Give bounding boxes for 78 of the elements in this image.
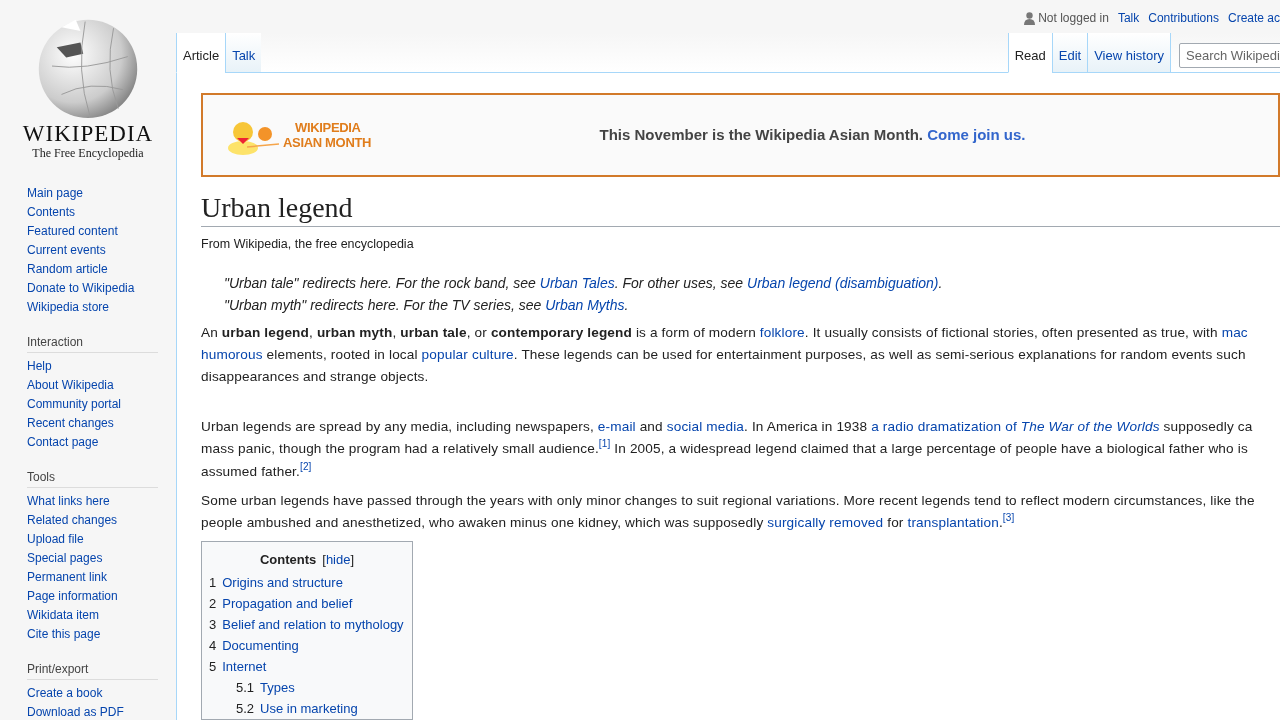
user-icon <box>1024 11 1036 25</box>
tab[interactable]: Talk <box>225 32 262 73</box>
article-link[interactable]: folklore <box>759 324 805 340</box>
sidebar-link[interactable]: Contents <box>27 205 76 219</box>
toc-number: 5.2 <box>236 699 255 718</box>
wordmark: WIKIPEDIA <box>22 122 154 146</box>
toc-link[interactable]: Origins and structure <box>222 572 343 593</box>
tab[interactable]: Edit <box>1051 32 1088 73</box>
article-link[interactable]: Urban legend (disambiguation) <box>747 274 939 291</box>
sidebar-link[interactable]: Download as PDF <box>27 705 124 719</box>
paragraph: Some urban legends have passed through the years with only minor changes to suit regional variations. More recent legends tend to reflect modern circumstances, like the people ambushed and anesthetized, who awaken minus one kidney, which was supposedly surgically removed for transplantation.$^{[3]}$ <box>201 491 1256 532</box>
banner-link[interactable]: Come join us. <box>927 125 1026 143</box>
paragraph: Urban legends are spread by any media, including newspapers, e-mail and social media. In America in 1938 a radio dramatization of The War of the Worlds supposedly ca mass panic, though the program had a relatively small audience.$^{[1]}$ In 2005, a widespread legend claimed that a large percentage of people have a biological father who is assumed father.$^{[2]}$ <box>201 417 1254 481</box>
sidebar-link[interactable]: Upload file <box>27 532 84 546</box>
toc-link[interactable]: Use in marketing <box>260 698 358 719</box>
sidebar-link[interactable]: Cite this page <box>27 627 101 641</box>
sidebar-link[interactable]: Community portal <box>27 397 122 411</box>
reference-link[interactable]: [1] <box>598 437 611 449</box>
toc-link[interactable]: Propagation and belief <box>222 593 353 614</box>
toc-number: 4 <box>209 636 217 655</box>
login-status: Not logged in <box>1038 10 1109 27</box>
article-link[interactable]: transplantation. <box>907 514 1003 530</box>
tagline: The Free Encyclopedia <box>32 146 144 160</box>
banner-logo-text: WIKIPEDIA ASIAN MONTH <box>283 119 372 150</box>
toc-number: 5 <box>209 657 217 676</box>
toc-number: 1 <box>209 573 217 592</box>
sidebar-link[interactable]: About Wikipedia <box>27 378 114 392</box>
sidebar-heading: Interaction <box>27 333 158 353</box>
sidebar-link[interactable]: Main page <box>27 186 84 200</box>
tab[interactable]: View history <box>1087 32 1170 73</box>
sidebar-link[interactable]: Permanent link <box>27 570 108 584</box>
personal-link[interactable]: Create ac <box>1227 9 1280 27</box>
sidebar-link[interactable]: Recent changes <box>27 416 114 430</box>
sidebar-heading: Print/export <box>27 660 158 680</box>
search-field[interactable]: Search Wikipedi <box>1179 42 1280 68</box>
personal-link[interactable]: Contributions <box>1148 9 1219 27</box>
sidebar-link[interactable]: Random article <box>27 262 108 276</box>
sidebar-link[interactable]: Help <box>27 359 52 373</box>
sidebar-link[interactable]: Wikidata item <box>27 608 100 622</box>
sidebar-link[interactable]: Donate to Wikipedia <box>27 281 135 295</box>
sidebar-link[interactable]: Wikipedia store <box>27 300 110 314</box>
sidebar-link[interactable]: Special pages <box>27 551 103 565</box>
article-link[interactable]: humorous <box>201 346 263 362</box>
sidebar-heading: Tools <box>27 468 158 488</box>
toc-number: 3 <box>209 615 217 634</box>
sidebar-link[interactable]: Page information <box>27 589 118 603</box>
tab[interactable]: Read <box>1007 32 1052 73</box>
toc-link[interactable]: Types <box>260 677 295 698</box>
toc-toggle[interactable]: [hide] <box>322 551 355 567</box>
sidebar-link[interactable]: Contact page <box>27 435 99 449</box>
reference-link[interactable]: [2] <box>300 460 312 472</box>
sidebar-link[interactable]: Current events <box>27 243 106 257</box>
toc-link[interactable]: Belief and relation to mythology <box>222 614 404 635</box>
article-link[interactable]: surgically removed <box>767 514 884 530</box>
hatnote: "Urban myth" redirects here. For the TV series, see Urban Myths. <box>224 295 630 315</box>
article-link[interactable]: mac <box>1221 324 1248 340</box>
toc-number: 5.1 <box>236 678 255 697</box>
personal-link[interactable]: Talk <box>1117 9 1140 27</box>
tab[interactable]: Article <box>176 32 226 73</box>
sidebar-link[interactable]: Featured content <box>27 224 118 238</box>
page-title: Urban legend <box>201 190 1280 227</box>
sidebar-link[interactable]: What links here <box>27 494 110 508</box>
sidebar-link[interactable]: Related changes <box>27 513 118 527</box>
paragraph: An urban legend, urban myth, urban tale, or contemporary legend is a form of modern folklore. It usually consists of fictional stories, often presented as true, with mac humorous elements, rooted in local popular culture. These legends can be used for entertainment purposes, as well as semi-serious explanations for random events such disappearances and strange objects. <box>201 323 1249 386</box>
toc-number: 2 <box>209 594 217 613</box>
sidebar-link[interactable]: Create a book <box>27 686 103 700</box>
reference-link[interactable]: [3] <box>1002 511 1015 523</box>
article-link[interactable]: Urban Myths <box>545 296 625 313</box>
article-link[interactable]: a radio dramatization of The War of the Worlds <box>871 418 1160 434</box>
toc-link[interactable]: Internet <box>222 656 267 677</box>
article-link[interactable]: popular culture <box>421 346 514 362</box>
page-subtitle: From Wikipedia, the free encyclopedia <box>201 235 415 253</box>
toc-link[interactable]: Documenting <box>222 635 299 656</box>
banner-text: This November is the Wikipedia Asian Month. <box>599 125 923 143</box>
article-link[interactable]: e-mail <box>597 418 636 434</box>
article-link[interactable]: Urban Tales <box>539 274 615 291</box>
hatnote: "Urban tale" redirects here. For the rock band, see Urban Tales. For other uses, see Urban legend (disambiguation). <box>224 273 944 293</box>
toc-title: Contents <box>259 551 317 567</box>
